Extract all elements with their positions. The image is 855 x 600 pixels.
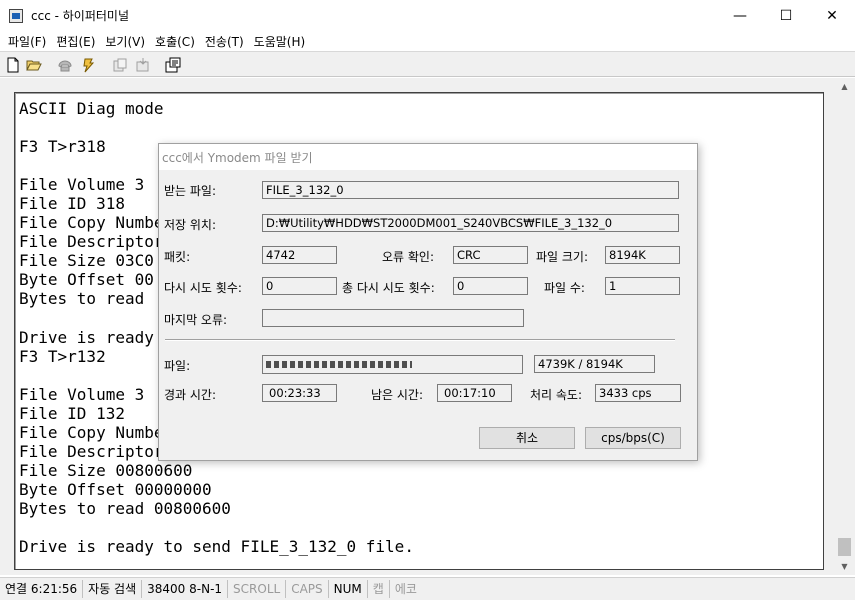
- retries-field: 0: [262, 277, 337, 295]
- terminal-line: File Size 00800600: [19, 460, 193, 480]
- file-count-field: 1: [605, 277, 680, 295]
- remaining-time-label: 남은 시간:: [371, 388, 424, 402]
- status-bar: 연결 6:21:56 자동 검색 38400 8-N-1 SCROLL CAPS…: [0, 577, 855, 600]
- total-retries-field: 0: [453, 277, 528, 295]
- new-document-icon[interactable]: [5, 57, 21, 73]
- packet-field: 4742: [262, 246, 337, 264]
- throughput-label: 처리 속도:: [530, 388, 583, 402]
- elapsed-time-field: 00:23:33: [262, 384, 337, 402]
- status-caps: CAPS: [286, 580, 329, 598]
- terminal-line: Drive is ready to send FILE_3_132_0 file…: [19, 537, 414, 557]
- receive-file-label: 받는 파일:: [164, 184, 217, 198]
- properties-icon[interactable]: [165, 57, 181, 73]
- dialog-title-bar: ccc에서 Ymodem 파일 받기: [159, 144, 697, 170]
- receive-file-icon[interactable]: [135, 57, 151, 73]
- menu-call[interactable]: 호출(C): [150, 33, 200, 50]
- remaining-time-field: 00:17:10: [437, 384, 512, 402]
- open-folder-icon[interactable]: [26, 57, 42, 73]
- cancel-button[interactable]: 취소: [479, 427, 575, 449]
- packet-label: 패킷:: [164, 250, 191, 264]
- terminal-line: Bytes to read 00800600: [19, 498, 231, 518]
- file-count-label: 파일 수:: [544, 281, 585, 295]
- menu-file[interactable]: 파일(F): [3, 33, 51, 50]
- file-size-field: 8194K: [605, 246, 680, 264]
- file-progress-fill: [266, 361, 412, 368]
- minimize-button[interactable]: —: [717, 0, 763, 32]
- file-progress-text: 4739K / 8194K: [534, 355, 655, 373]
- phone-connect-icon[interactable]: [57, 57, 73, 73]
- menu-help[interactable]: 도움말(H): [249, 33, 311, 50]
- total-retries-label: 총 다시 시도 횟수:: [342, 281, 435, 295]
- title-bar: ccc - 하이퍼터미널 — ☐ ✕: [0, 0, 855, 32]
- status-capture: 캡: [368, 580, 390, 598]
- scroll-up-arrow-icon[interactable]: ▲: [836, 78, 853, 95]
- file-progress-bar: [262, 355, 523, 374]
- vertical-scrollbar[interactable]: ▲ ▼: [836, 78, 853, 575]
- phone-disconnect-icon[interactable]: [81, 57, 97, 73]
- receive-file-field: FILE_3_132_0: [262, 181, 679, 199]
- throughput-field: 3433 cps: [595, 384, 681, 402]
- file-progress-label: 파일:: [164, 359, 191, 373]
- save-location-field: D:₩Utility₩HDD₩ST2000DM001_S240VBCS₩FILE…: [262, 214, 679, 232]
- menu-bar: 파일(F) 편집(E) 보기(V) 호출(C) 전송(T) 도움말(H): [0, 31, 855, 51]
- dialog-separator: [165, 339, 675, 341]
- menu-edit[interactable]: 편집(E): [51, 33, 100, 50]
- status-connection: 연결 6:21:56: [0, 580, 84, 598]
- file-size-label: 파일 크기:: [536, 250, 589, 264]
- last-error-field: [262, 309, 524, 327]
- toolbar: [0, 51, 855, 77]
- cps-bps-toggle-button[interactable]: cps/bps(C): [585, 427, 681, 449]
- terminal-line: Byte Offset 00000000: [19, 479, 212, 499]
- elapsed-time-label: 경과 시간:: [164, 388, 217, 402]
- last-error-label: 마지막 오류:: [164, 313, 228, 327]
- menu-view[interactable]: 보기(V): [100, 33, 150, 50]
- ymodem-receive-dialog: ccc에서 Ymodem 파일 받기 받는 파일: FILE_3_132_0 저…: [158, 143, 698, 461]
- scroll-thumb[interactable]: [838, 538, 851, 556]
- status-scroll: SCROLL: [228, 580, 287, 598]
- menu-transfer[interactable]: 전송(T): [200, 33, 249, 50]
- maximize-button[interactable]: ☐: [763, 0, 809, 32]
- status-num: NUM: [329, 580, 368, 598]
- dialog-title: ccc에서 Ymodem 파일 받기: [162, 151, 313, 165]
- send-file-icon[interactable]: [112, 57, 128, 73]
- error-check-field: CRC: [453, 246, 528, 264]
- window-title: ccc - 하이퍼터미널: [31, 9, 129, 23]
- retries-label: 다시 시도 횟수:: [164, 281, 242, 295]
- scroll-down-arrow-icon[interactable]: ▼: [836, 558, 853, 575]
- save-location-label: 저장 위치:: [164, 218, 217, 232]
- terminal-line: ASCII Diag mode: [19, 99, 164, 118]
- hyperterminal-app-icon[interactable]: [9, 9, 23, 23]
- close-button[interactable]: ✕: [809, 0, 855, 32]
- status-echo: 에코: [394, 582, 417, 596]
- status-port-settings: 38400 8-N-1: [142, 580, 229, 598]
- error-check-label: 오류 확인:: [382, 250, 435, 264]
- status-auto-detect: 자동 검색: [83, 580, 143, 598]
